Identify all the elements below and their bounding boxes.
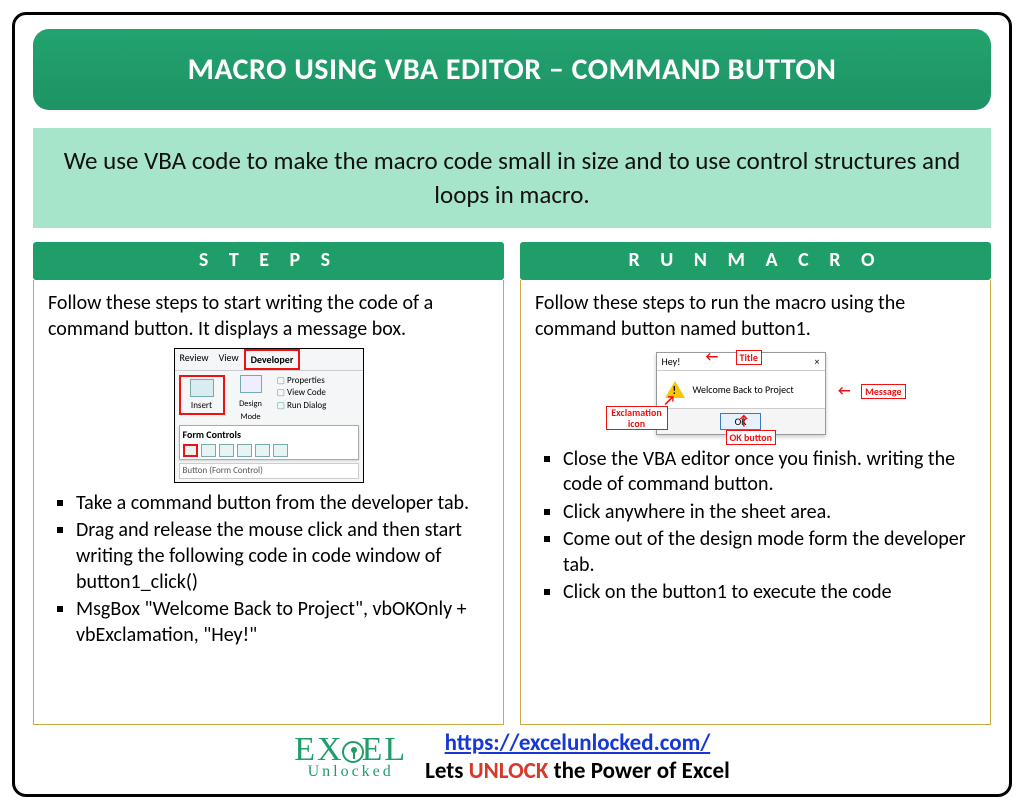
msgbox-message: Welcome Back to Project [693, 383, 794, 396]
run-bullet-3: Click on the button1 to execute the code [563, 580, 976, 606]
insert-icon [190, 379, 214, 397]
page-title: MACRO USING VBA EDITOR – COMMAND BUTTON [33, 29, 991, 110]
ribbon-tab-review: Review [175, 349, 214, 370]
ribbon-tooltip: Button (Form Control) [179, 463, 359, 479]
msgbox-title-text: Hey! [662, 355, 681, 368]
steps-header: S T E P S [33, 242, 504, 280]
footer-url[interactable]: https://excelunlocked.com/ [445, 729, 711, 757]
arrow-icon: ← [838, 382, 851, 400]
annotation-title: Title [736, 350, 762, 365]
form-controls-label: Form Controls [183, 428, 241, 441]
steps-bullet-2: MsgBox "Welcome Back to Project", vbOKOn… [76, 597, 489, 648]
design-mode-icon [240, 375, 262, 393]
control-icon [255, 444, 270, 457]
msgbox-thumbnail: Hey! × Welcome Back to Project OK [535, 348, 976, 439]
arrow-icon: ← [706, 348, 719, 366]
form-controls-popup: Form Controls [179, 425, 359, 460]
steps-body: Follow these steps to start writing the … [33, 280, 504, 725]
ribbon-prop-1: View Code [277, 387, 327, 400]
footer-tag-pre: Lets [425, 757, 469, 785]
design-label: Design Mode [239, 399, 262, 423]
control-icon [201, 444, 216, 457]
footer: EXEL Unlocked https://excelunlocked.com/… [33, 725, 991, 787]
steps-bullets: Take a command button from the developer… [48, 491, 489, 649]
footer-tag-post: the Power of Excel [548, 757, 729, 785]
logo-lock-icon [342, 741, 364, 763]
run-macro-body: Follow these steps to run the macro usin… [520, 280, 991, 725]
steps-column: S T E P S Follow these steps to start wr… [33, 242, 504, 725]
annotation-ok: OK button [726, 430, 776, 445]
ribbon-design-group: Design Mode [231, 375, 271, 424]
columns: S T E P S Follow these steps to start wr… [33, 242, 991, 725]
run-bullet-1: Click anywhere in the sheet area. [563, 500, 976, 526]
ribbon-tab-developer: Developer [244, 349, 301, 370]
control-icon [237, 444, 252, 457]
ribbon-insert-group: Insert [179, 375, 225, 416]
run-macro-bullets: Close the VBA editor once you finish. wr… [535, 447, 976, 607]
annotation-message: Message [861, 384, 905, 399]
ribbon-prop-0: Properties [277, 375, 327, 388]
ribbon-tab-view: View [214, 349, 244, 370]
steps-bullet-0: Take a command button from the developer… [76, 491, 489, 517]
arrow-icon: ↗ [664, 392, 676, 410]
control-icon [273, 444, 288, 457]
steps-bullet-1: Drag and release the mouse click and the… [76, 518, 489, 595]
logo-subtext: Unlocked [294, 765, 407, 779]
msgbox-close-icon: × [815, 355, 820, 368]
annotation-exclamation: Exclamation icon [606, 406, 668, 430]
control-icon [219, 444, 234, 457]
run-bullet-2: Come out of the design mode form the dev… [563, 527, 976, 578]
footer-text: https://excelunlocked.com/ Lets UNLOCK t… [425, 729, 730, 787]
ribbon-prop-2: Run Dialog [277, 400, 327, 413]
steps-lead: Follow these steps to start writing the … [48, 290, 489, 342]
footer-tag-unlock: UNLOCK [469, 757, 549, 785]
intro-text: We use VBA code to make the macro code s… [33, 128, 991, 228]
run-macro-lead: Follow these steps to run the macro usin… [535, 290, 976, 342]
button-control-icon [183, 444, 198, 457]
ribbon-props: Properties View Code Run Dialog [277, 375, 327, 413]
insert-label: Insert [183, 400, 221, 412]
ribbon-thumbnail: Review View Developer Insert Design [48, 348, 489, 483]
infographic-frame: MACRO USING VBA EDITOR – COMMAND BUTTON … [12, 12, 1012, 797]
run-bullet-0: Close the VBA editor once you finish. wr… [563, 447, 976, 498]
arrow-icon: ↑ [738, 412, 751, 430]
run-macro-column: R U N M A C R O Follow these steps to ru… [520, 242, 991, 725]
run-macro-header: R U N M A C R O [520, 242, 991, 280]
logo: EXEL Unlocked [294, 735, 407, 780]
